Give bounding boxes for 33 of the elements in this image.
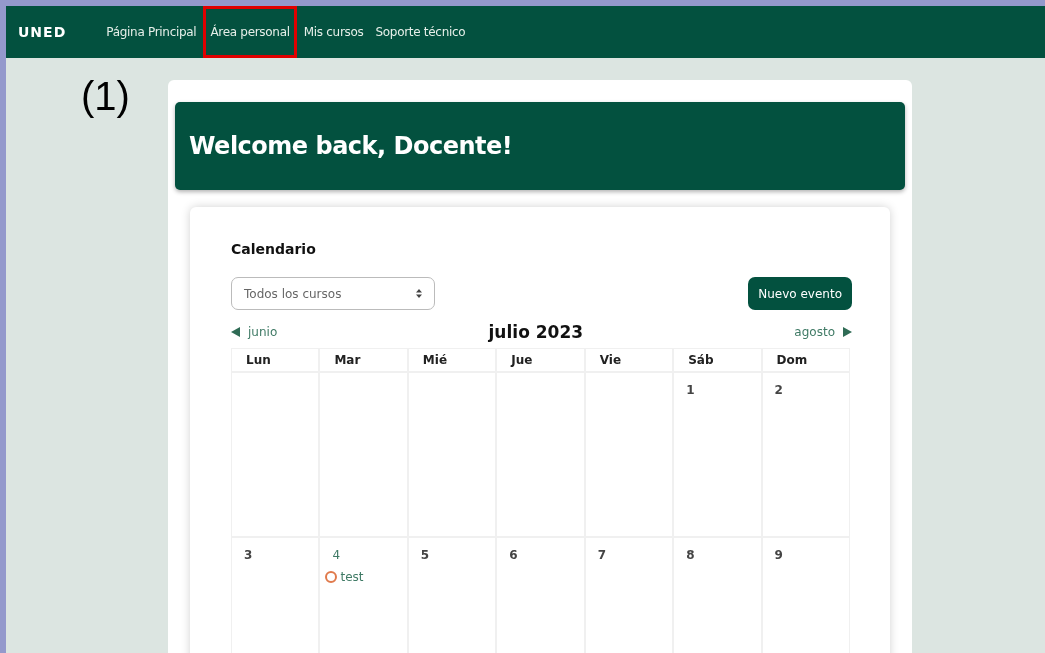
new-event-button[interactable]: Nuevo evento — [748, 277, 852, 310]
day-number: 8 — [686, 548, 695, 562]
calendar-title: Calendario — [231, 241, 317, 257]
weekday-header: Vie — [599, 353, 622, 367]
weekday-header: Dom — [776, 353, 808, 367]
previous-month-link[interactable]: junio — [231, 325, 278, 339]
sort-arrows-icon — [416, 289, 422, 298]
weekday-header: Jue — [511, 353, 533, 367]
day-number: 6 — [509, 548, 518, 562]
day-number: 1 — [686, 383, 695, 397]
weekday-header: Sáb — [688, 353, 714, 367]
weekday-header: Mié — [422, 353, 448, 367]
left-triangle-icon — [231, 327, 240, 337]
welcome-heading: Welcome back, Docente! — [189, 132, 513, 160]
nav-link[interactable]: Área personal — [206, 9, 294, 55]
day-number-link[interactable]: 4 — [332, 548, 341, 562]
day-number: 3 — [244, 548, 253, 562]
nav-link[interactable]: Soporte técnico — [373, 23, 468, 41]
weekday-header: Lun — [246, 353, 271, 367]
day-number: 2 — [774, 383, 783, 397]
nav-link[interactable]: Mis cursos — [301, 23, 366, 41]
next-month-link[interactable]: agosto — [794, 325, 852, 339]
day-number: 7 — [597, 548, 607, 562]
day-number: 9 — [774, 548, 783, 562]
step-number-label: (1) — [81, 74, 130, 119]
day-number: 5 — [420, 548, 430, 562]
right-triangle-icon — [843, 327, 852, 337]
weekday-header: Mar — [334, 353, 361, 367]
nav-link[interactable]: Página Principal — [104, 23, 199, 41]
current-month-heading: julio 2023 — [488, 322, 584, 342]
calendar-event[interactable]: test — [325, 570, 364, 584]
course-select[interactable]: Todos los cursos — [231, 277, 435, 310]
site-logo[interactable]: UNED — [18, 24, 67, 40]
